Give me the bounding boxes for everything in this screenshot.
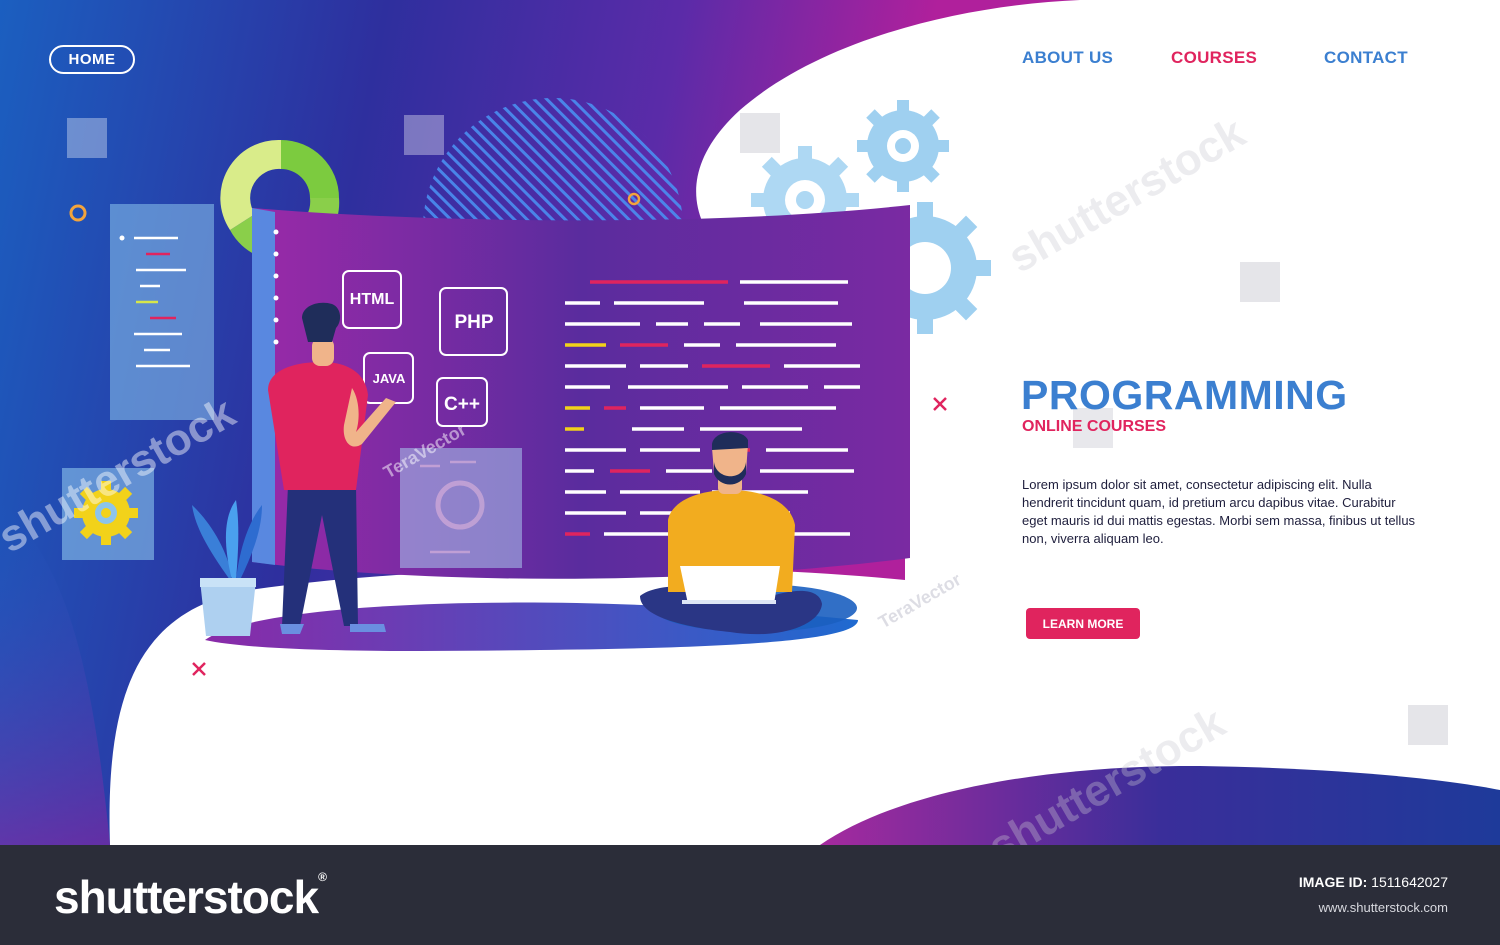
nav-courses-link[interactable]: COURSES	[1171, 48, 1257, 68]
nav-about-link[interactable]: ABOUT US	[1022, 48, 1113, 68]
tag-cpp: C++	[444, 394, 480, 415]
footer-logo: shutterstock®	[54, 870, 327, 923]
tag-php: PHP	[454, 312, 493, 333]
hero-subtitle: ONLINE COURSES	[1022, 418, 1167, 435]
landing-page: HTML PHP JAVA C++ shutterstock shutterst…	[0, 0, 1500, 845]
hologram-panel	[400, 448, 522, 568]
learn-more-button[interactable]: LEARN MORE	[1026, 608, 1140, 639]
footer-url: www.shutterstock.com	[1318, 900, 1448, 915]
nav-contact-link[interactable]: CONTACT	[1324, 48, 1408, 68]
gear-panel	[62, 468, 154, 560]
nav-home-button[interactable]: HOME	[49, 45, 135, 74]
tag-html: HTML	[350, 291, 395, 308]
code-panel-left	[110, 204, 214, 420]
image-id: IMAGE ID: 1511642027	[1298, 874, 1448, 890]
hero-description: Lorem ipsum dolor sit amet, consectetur …	[1022, 477, 1416, 546]
hero-title: PROGRAMMING	[1021, 372, 1348, 418]
hero-illustration: HTML PHP JAVA C++	[0, 0, 1500, 845]
tag-java: JAVA	[373, 371, 406, 386]
gear-icon	[857, 100, 949, 192]
